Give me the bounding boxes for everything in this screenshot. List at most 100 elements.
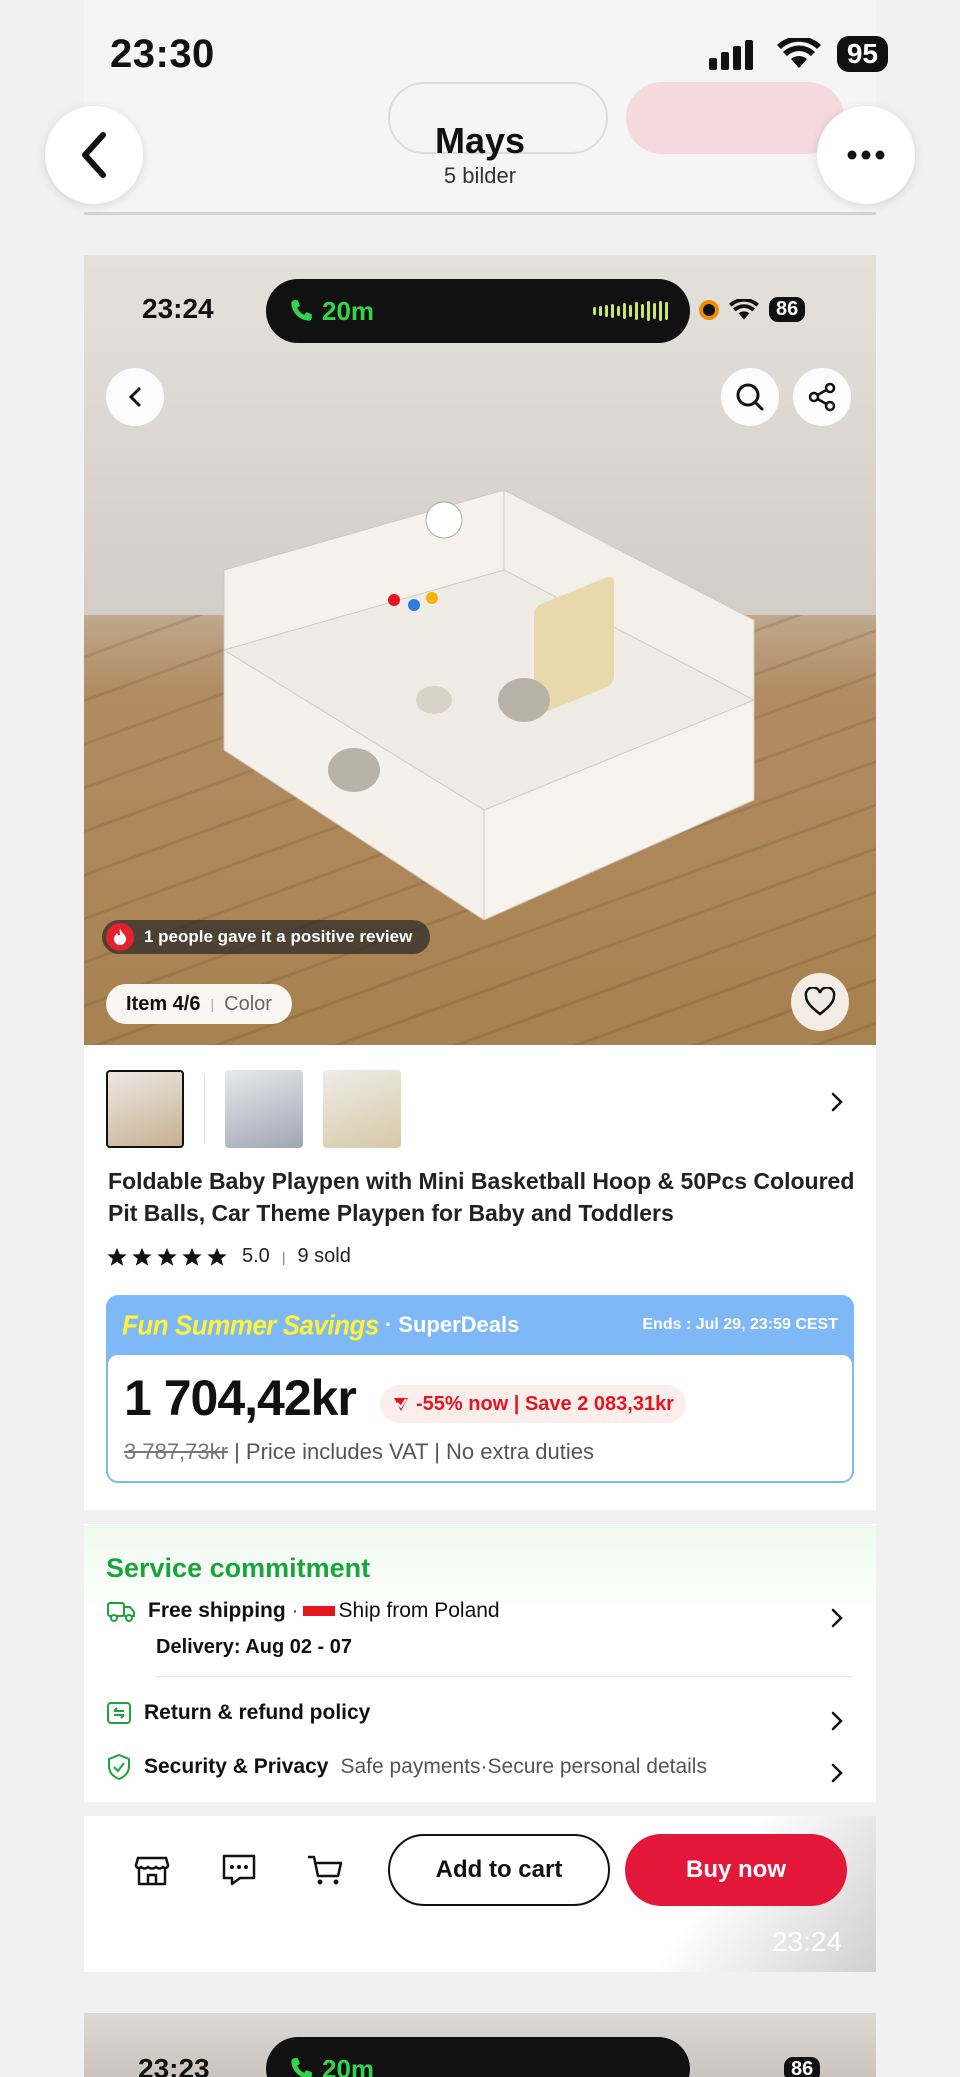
rating-row: 5.0 | 9 sold <box>106 1245 351 1268</box>
return-policy-chevron[interactable] <box>830 1710 844 1737</box>
store-icon <box>134 1856 170 1886</box>
wishlist-button[interactable] <box>791 973 849 1031</box>
star-icon <box>207 1247 227 1266</box>
star-icon <box>182 1247 202 1266</box>
star-icon <box>132 1247 152 1266</box>
wifi-icon <box>729 298 759 320</box>
security-chevron[interactable] <box>830 1762 844 1789</box>
truck-icon <box>107 1602 135 1622</box>
page-subtitle: 5 bilder <box>443 163 517 188</box>
back-button[interactable] <box>45 106 143 204</box>
free-shipping-label: Free shipping <box>148 1599 286 1622</box>
color-label: Color <box>224 992 272 1015</box>
photo-search-button[interactable] <box>721 368 779 426</box>
add-to-cart-button[interactable]: Add to cart <box>388 1834 610 1906</box>
store-button[interactable] <box>134 1852 170 1893</box>
return-policy-row[interactable]: Return & refund policy <box>106 1700 370 1726</box>
star-icon <box>157 1247 177 1266</box>
rating-stars <box>106 1246 228 1268</box>
heart-icon <box>804 987 836 1016</box>
item-color-pill[interactable]: Item 4/6 | Color <box>106 984 292 1024</box>
rating-value: 5.0 <box>242 1245 270 1267</box>
status-icons: 95 <box>708 36 888 72</box>
playpen-illustration <box>223 489 755 920</box>
status-time: 23:30 <box>110 32 215 76</box>
inner-battery-indicator: 86 <box>769 297 806 322</box>
deal-superdeals-label: · SuperDeals <box>384 1312 520 1337</box>
inner-status-time: 23:24 <box>142 293 214 324</box>
recording-dot-icon <box>699 299 719 320</box>
service-title: Service commitment <box>106 1553 371 1583</box>
product-photo[interactable]: 23:24 20m 86 1 people gave it a positive… <box>84 255 876 1045</box>
product-title: Foldable Baby Playpen with Mini Basketba… <box>108 1168 855 1226</box>
return-icon <box>107 1702 131 1724</box>
next-screenshot-card[interactable]: 23:23 20m 86 <box>84 2013 876 2077</box>
price-panel: 1 704,42kr -55% now | Save 2 083,31kr 3 … <box>108 1355 852 1481</box>
phone-icon <box>291 300 312 321</box>
next-card-battery: 86 <box>784 2057 821 2077</box>
down-arrow-icon <box>394 1398 408 1411</box>
call-duration: 20m <box>322 295 375 326</box>
sold-count: 9 sold <box>297 1245 351 1267</box>
photo-share-button[interactable] <box>793 368 851 426</box>
current-price: 1 704,42kr <box>124 1370 357 1426</box>
buy-now-button[interactable]: Buy now <box>625 1834 847 1906</box>
bottom-action-bar: Add to cart Buy now 23:24 <box>84 1816 876 1972</box>
thumbnail-strip <box>106 1070 401 1148</box>
search-icon <box>736 383 764 411</box>
cart-icon <box>308 1855 343 1885</box>
chevron-right-icon <box>831 1608 843 1628</box>
chat-button[interactable] <box>220 1852 258 1893</box>
audio-wave-icon <box>593 301 668 321</box>
thumbnail-3[interactable] <box>323 1070 401 1148</box>
deal-end-time: Ends : Jul 29, 23:59 CEST <box>642 1316 838 1333</box>
return-policy-label: Return & refund policy <box>144 1701 371 1724</box>
share-icon <box>808 382 836 412</box>
thumbnail-2[interactable] <box>225 1070 303 1148</box>
screenshot-timestamp: 23:24 <box>772 1926 843 1957</box>
thumbnails-more-button[interactable] <box>830 1091 844 1118</box>
review-text: 1 people gave it a positive review <box>144 927 413 946</box>
superdeals-box[interactable]: Fun Summer Savings · SuperDeals Ends : J… <box>106 1295 854 1483</box>
security-privacy-row[interactable]: Security & Privacy Safe payments·Secure … <box>106 1753 707 1781</box>
price-note: 3 787,73kr | Price includes VAT | No ext… <box>124 1439 594 1465</box>
flame-icon <box>106 923 134 951</box>
phone-icon <box>291 2058 312 2077</box>
wifi-icon <box>776 38 821 68</box>
more-icon <box>847 150 885 160</box>
vat-note: | Price includes VAT | No extra duties <box>227 1439 594 1464</box>
chevron-left-icon <box>82 132 106 178</box>
discount-text: -55% now | Save 2 083,31kr <box>416 1392 674 1415</box>
call-activity-pill: 20m <box>266 279 690 343</box>
ship-from-text: Ship from Poland <box>338 1599 500 1622</box>
deal-campaign-label: Fun Summer Savings <box>122 1308 379 1341</box>
chevron-right-icon <box>831 1711 843 1731</box>
item-counter: Item 4/6 <box>126 992 201 1015</box>
deal-header: Fun Summer Savings · SuperDeals Ends : J… <box>106 1295 854 1355</box>
service-commitment-section: Service commitment Free shipping · Ship f… <box>84 1525 876 1802</box>
star-icon <box>107 1247 127 1266</box>
photo-back-button[interactable] <box>106 368 164 426</box>
review-badge: 1 people gave it a positive review <box>102 920 431 954</box>
shipping-chevron[interactable] <box>830 1607 844 1634</box>
cart-button[interactable] <box>306 1852 344 1893</box>
screenshot-card[interactable]: 23:24 20m 86 1 people gave it a positive… <box>84 255 876 1972</box>
thumbnail-1[interactable] <box>106 1070 184 1148</box>
original-price: 3 787,73kr <box>124 1439 228 1464</box>
chevron-right-icon <box>831 1763 843 1783</box>
security-detail: Safe payments·Secure personal details <box>340 1755 707 1778</box>
chevron-left-icon <box>128 387 141 407</box>
delivery-estimate: Delivery: Aug 02 - 07 <box>156 1636 353 1658</box>
next-card-call-pill: 20m <box>266 2037 690 2077</box>
signal-icon <box>708 40 753 70</box>
next-card-call-duration: 20m <box>322 2053 375 2077</box>
discount-badge: -55% now | Save 2 083,31kr <box>380 1385 686 1423</box>
ghost-buy-button <box>626 82 844 154</box>
poland-flag-icon <box>302 1606 335 1617</box>
security-label: Security & Privacy <box>144 1755 329 1778</box>
shipping-row[interactable]: Free shipping · Ship from Poland <box>106 1599 500 1623</box>
more-options-button[interactable] <box>817 106 915 204</box>
chat-icon <box>222 1854 256 1886</box>
next-card-time: 23:23 <box>138 2053 210 2077</box>
chevron-right-icon <box>831 1092 843 1112</box>
